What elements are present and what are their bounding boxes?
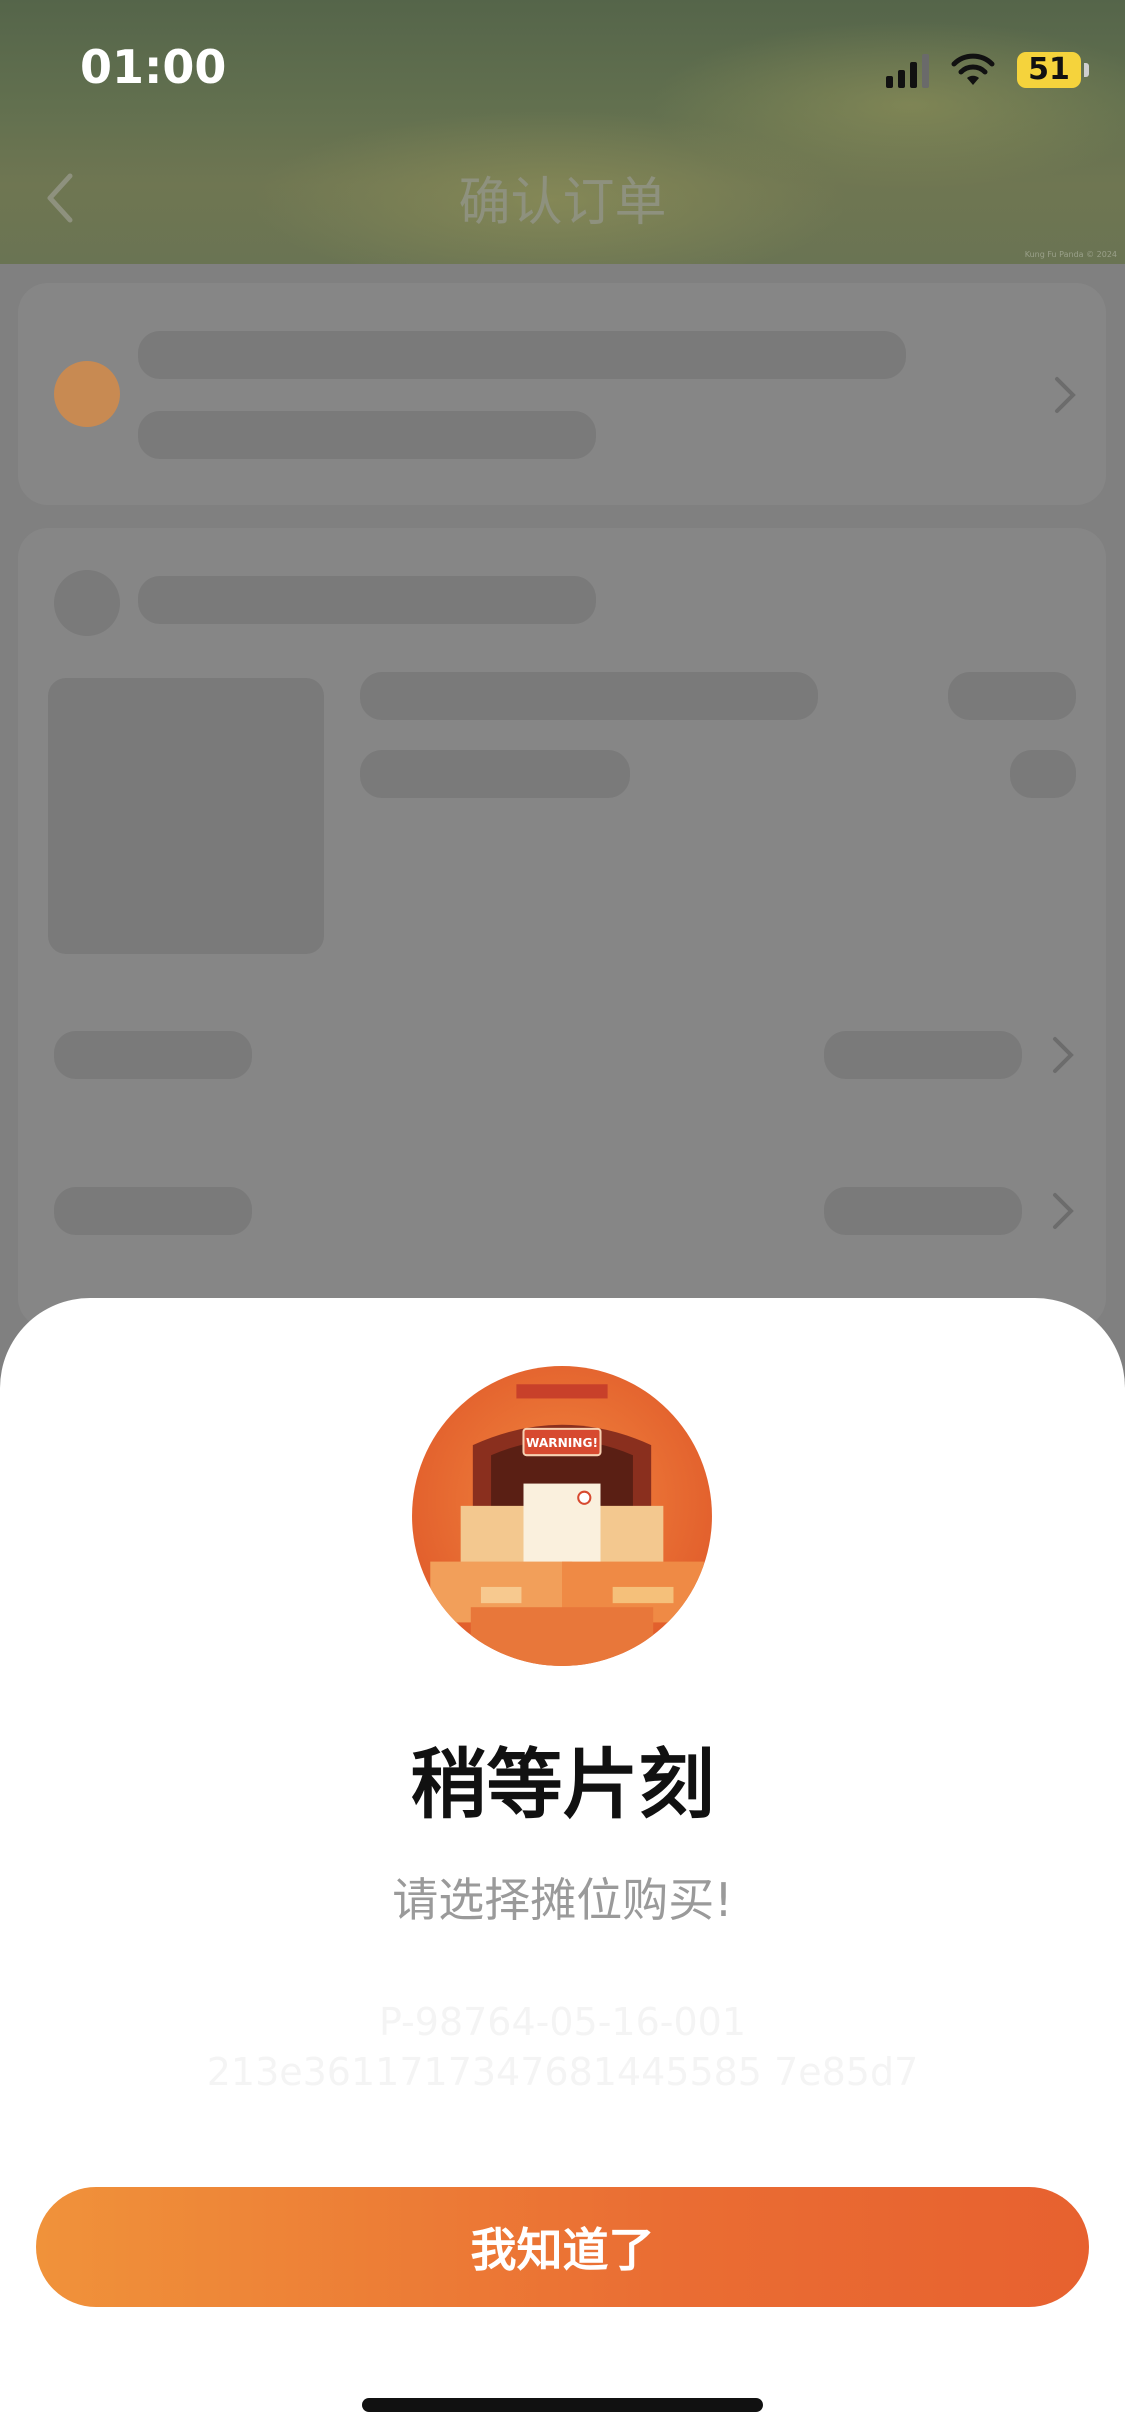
chevron-right-icon[interactable] [1048,1033,1078,1077]
skeleton-bar [360,672,818,720]
status-time: 01:00 [80,40,227,94]
dialog-title: 稍等片刻 [410,1740,715,1829]
page-title: 确认订单 [458,173,667,233]
skeleton-bar [138,331,906,379]
warning-boxes-illustration: WARNING! [412,1366,712,1666]
skeleton-bar [824,1187,1022,1235]
address-card-skeleton[interactable] [18,283,1106,505]
wifi-icon [951,53,995,85]
avatar [54,361,120,427]
dialog-message: 请选择摊位购买! [392,1873,733,1927]
chevron-right-icon[interactable] [1048,1189,1078,1233]
signal-icon [886,52,929,88]
battery-icon: 51 [1017,52,1089,88]
skeleton-bar [360,750,630,798]
trace-id-line-1: P-98764-05-16-001 [378,2000,747,2044]
skeleton-bar [138,411,596,459]
skeleton-bar [824,1031,1022,1079]
header: 01:00 51 确认订单 Kung Fu Panda © 2024 [0,0,1125,264]
product-image-skeleton [48,678,324,954]
watermark: Kung Fu Panda © 2024 [1024,250,1117,259]
sign-text: WARNING! [526,1436,598,1450]
acknowledge-button[interactable]: 我知道了 [36,2187,1089,2307]
status-icons: 51 [886,46,1089,94]
dialog-sheet: WARNING! 稍等片刻 请选择摊位购买! P-98764-05-16-001… [0,1298,1125,2436]
skeleton-bar [54,1187,252,1235]
skeleton-bar [54,1031,252,1079]
skeleton-bar [1010,750,1076,798]
skeleton-bar [138,576,596,624]
order-card-skeleton [18,528,1106,1328]
home-indicator[interactable] [362,2398,763,2412]
shop-avatar-skeleton [54,570,120,636]
trace-id-line-2: 213e3611717347681445585 7e85d7 [206,2050,919,2094]
skeleton-bar [948,672,1076,720]
chevron-right-icon [1055,377,1076,413]
